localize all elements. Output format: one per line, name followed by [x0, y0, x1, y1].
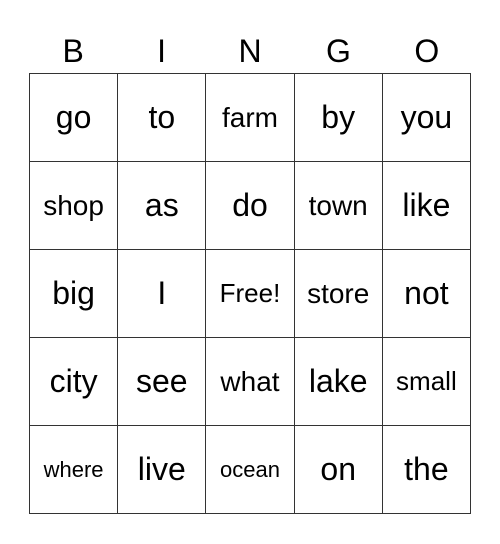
header-letter-g: G [325, 33, 351, 69]
header-letter-o: O [414, 33, 440, 69]
bingo-card: go to farm by you shop as do town like b… [29, 73, 471, 514]
bingo-cell[interactable]: see [118, 338, 207, 426]
bingo-cell[interactable]: as [118, 162, 207, 250]
free-space-cell[interactable]: Free! [206, 250, 295, 338]
header-letter-b: B [62, 33, 84, 69]
bingo-cell[interactable]: where [30, 426, 119, 514]
bingo-cell[interactable]: small [382, 338, 471, 426]
bingo-cell[interactable]: shop [30, 162, 119, 250]
bingo-cell[interactable]: ocean [206, 426, 295, 514]
bingo-cell[interactable]: farm [206, 74, 295, 162]
bingo-cell[interactable]: like [382, 162, 471, 250]
bingo-cell[interactable]: on [294, 426, 383, 514]
bingo-cell[interactable]: the [382, 426, 471, 514]
bingo-cell[interactable]: store [294, 250, 383, 338]
bingo-cell[interactable]: you [382, 74, 471, 162]
header-letter-i: I [157, 33, 167, 69]
bingo-header: B I N G O [29, 30, 471, 73]
bingo-cell[interactable]: live [118, 426, 207, 514]
bingo-cell[interactable]: big [30, 250, 119, 338]
bingo-cell[interactable]: what [206, 338, 295, 426]
bingo-cell[interactable]: I [118, 250, 207, 338]
bingo-cell[interactable]: lake [294, 338, 383, 426]
bingo-cell[interactable]: by [294, 74, 383, 162]
bingo-cell[interactable]: not [382, 250, 471, 338]
bingo-cell[interactable]: go [30, 74, 119, 162]
bingo-cell[interactable]: town [294, 162, 383, 250]
bingo-cell[interactable]: do [206, 162, 295, 250]
header-letter-n: N [238, 33, 262, 69]
bingo-cell[interactable]: to [118, 74, 207, 162]
bingo-cell[interactable]: city [30, 338, 119, 426]
